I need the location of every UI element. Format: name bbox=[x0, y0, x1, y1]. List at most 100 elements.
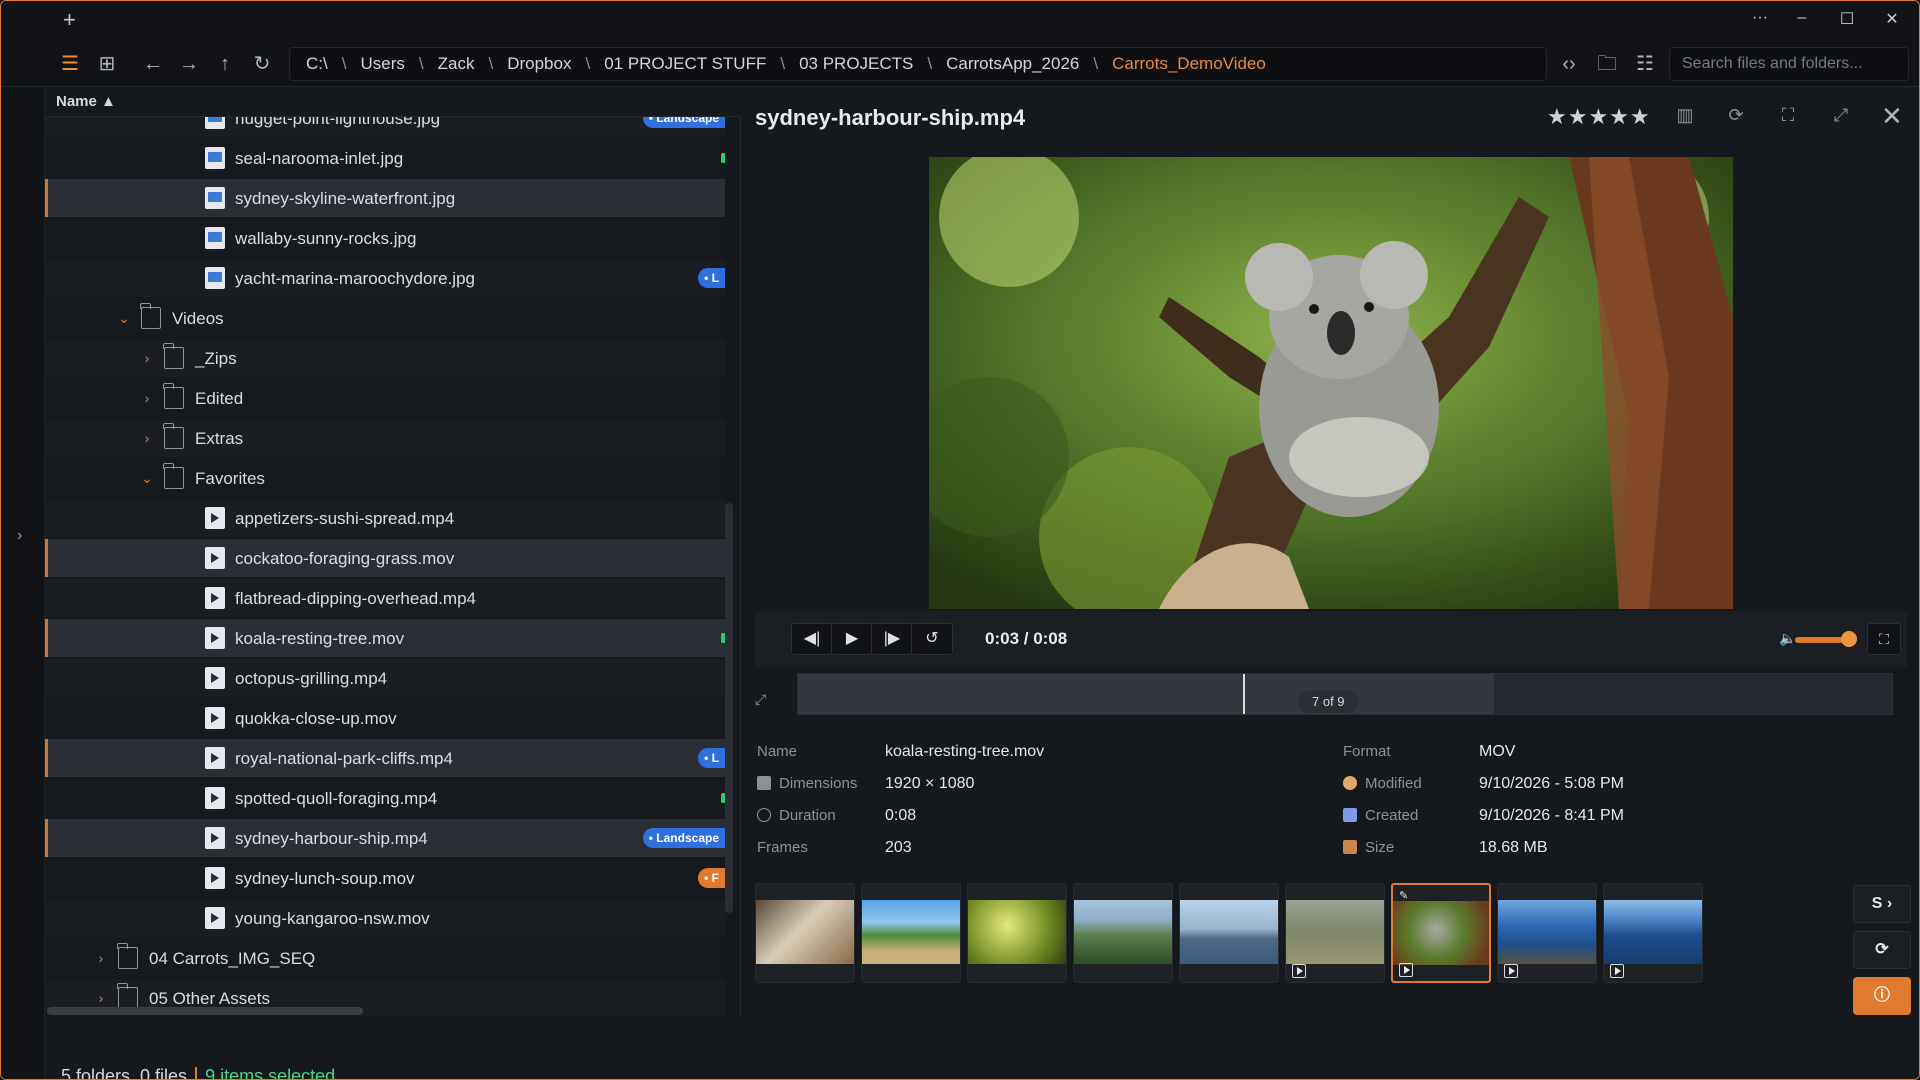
folder-row[interactable]: ⌄ Favorites bbox=[45, 459, 725, 497]
previous-frame-button[interactable]: ◀| bbox=[791, 623, 833, 655]
thumbnail-harbour-ship[interactable] bbox=[1603, 883, 1703, 983]
file-row[interactable]: quokka-close-up.mov bbox=[45, 699, 725, 737]
thumbnail-food[interactable] bbox=[755, 883, 855, 983]
file-row[interactable]: royal-national-park-cliffs.mp4 • L bbox=[45, 739, 725, 777]
sync-icon[interactable]: ⟳ bbox=[1853, 931, 1911, 969]
volume-icon[interactable]: 🔈 bbox=[1779, 630, 1796, 647]
chevron-down-icon[interactable]: ⌄ bbox=[117, 311, 131, 325]
breadcrumb-item[interactable]: Dropbox bbox=[505, 54, 573, 74]
file-row[interactable]: nugget-point-lighthouse.jpg • Landscape bbox=[45, 117, 725, 137]
timeline-scrubber[interactable]: 7 of 9 bbox=[797, 673, 1893, 715]
image-file-icon bbox=[205, 187, 225, 209]
maximize-button[interactable]: ☐ bbox=[1832, 9, 1862, 29]
chevron-right-icon[interactable]: › bbox=[94, 951, 108, 965]
folder-row[interactable]: › Edited bbox=[45, 379, 725, 417]
thumbnail-coast[interactable] bbox=[861, 883, 961, 983]
status-dot bbox=[721, 153, 725, 163]
tag-badge[interactable]: • Landscape bbox=[642, 828, 725, 848]
breadcrumb-item[interactable]: CarrotsApp_2026 bbox=[944, 54, 1081, 74]
file-row[interactable]: wallaby-sunny-rocks.jpg bbox=[45, 219, 725, 257]
close-window-button[interactable]: ✕ bbox=[1877, 9, 1907, 29]
sidebar-toggle-button[interactable]: S › bbox=[1853, 885, 1911, 923]
file-row[interactable]: octopus-grilling.mp4 bbox=[45, 659, 725, 697]
thumbnail-forest[interactable] bbox=[1073, 883, 1173, 983]
file-row[interactable]: koala-resting-tree.mov bbox=[45, 619, 725, 657]
tag-badge[interactable]: • Landscape bbox=[642, 117, 725, 128]
file-row[interactable]: cockatoo-foraging-grass.mov bbox=[45, 539, 725, 577]
breadcrumb-item[interactable]: 03 PROJECTS bbox=[797, 54, 915, 74]
folder-row[interactable]: › 04 Carrots_IMG_SEQ bbox=[45, 939, 725, 977]
expand-timeline-icon[interactable]: ⤢ bbox=[755, 691, 773, 709]
tag-badge[interactable]: • F bbox=[698, 868, 725, 888]
breadcrumb-item[interactable]: Zack bbox=[436, 54, 477, 74]
refresh-icon[interactable]: ↻ bbox=[249, 52, 275, 76]
ruler-icon bbox=[757, 776, 771, 790]
rating-stars[interactable]: ★★★★★ bbox=[1547, 104, 1651, 130]
file-row[interactable]: spotted-quoll-foraging.mp4 bbox=[45, 779, 725, 817]
chevron-down-icon[interactable]: ⌄ bbox=[140, 471, 154, 485]
close-preview-icon[interactable]: ✕ bbox=[1881, 101, 1903, 132]
row-label: young-kangaroo-nsw.mov bbox=[235, 909, 430, 928]
minimize-button[interactable]: – bbox=[1787, 9, 1817, 27]
name-column-header[interactable]: Name ▲ bbox=[45, 87, 741, 117]
thumbnail-cockatoo[interactable] bbox=[1285, 883, 1385, 983]
filter-settings-icon[interactable]: ☷ bbox=[1632, 52, 1658, 76]
file-row[interactable]: sydney-skyline-waterfront.jpg bbox=[45, 179, 725, 217]
file-row[interactable]: sydney-lunch-soup.mov • F bbox=[45, 859, 725, 897]
thumbnail-cliffs[interactable] bbox=[1497, 883, 1597, 983]
folder-row[interactable]: ⌄ Videos bbox=[45, 299, 725, 337]
fit-screen-icon[interactable]: ⛶ bbox=[1776, 105, 1800, 126]
breadcrumb-current[interactable]: Carrots_DemoVideo bbox=[1110, 54, 1268, 74]
video-play-icon bbox=[1292, 964, 1306, 978]
rotate-icon[interactable]: ⟳ bbox=[1724, 105, 1748, 126]
chevron-right-icon[interactable]: › bbox=[140, 351, 154, 365]
file-row[interactable]: yacht-marina-maroochydore.jpg • L bbox=[45, 259, 725, 297]
next-frame-button[interactable]: |▶ bbox=[871, 623, 913, 655]
tag-badge[interactable]: • L bbox=[698, 748, 725, 768]
video-file-icon bbox=[205, 587, 225, 609]
file-row[interactable]: seal-narooma-inlet.jpg bbox=[45, 139, 725, 177]
tag-badge[interactable]: • L bbox=[698, 268, 725, 288]
volume-knob[interactable] bbox=[1841, 631, 1857, 647]
breadcrumb-item[interactable]: Users bbox=[358, 54, 406, 74]
thumbnail-koala-active[interactable]: ✎ bbox=[1391, 883, 1491, 983]
grid-view-icon[interactable]: ⊞ bbox=[94, 52, 120, 76]
search-input[interactable] bbox=[1669, 47, 1909, 81]
fullscreen-button[interactable]: ⛶ bbox=[1867, 623, 1901, 655]
breadcrumb-item[interactable]: C:\ bbox=[304, 54, 330, 74]
thumbnail-skyline[interactable] bbox=[1179, 883, 1279, 983]
new-tab-button[interactable]: + bbox=[63, 7, 76, 33]
folder-icon[interactable]: 🗀 bbox=[1594, 52, 1620, 76]
loop-button[interactable]: ↺ bbox=[911, 623, 953, 655]
open-external-icon[interactable]: ⤢ bbox=[1829, 105, 1853, 126]
vertical-scrollbar[interactable] bbox=[725, 503, 733, 913]
edit-icon[interactable]: ✎ bbox=[1399, 889, 1408, 902]
volume-slider[interactable] bbox=[1795, 637, 1843, 643]
hamburger-menu-icon[interactable]: ☰ bbox=[57, 52, 83, 76]
folder-row[interactable]: › Extras bbox=[45, 419, 725, 457]
thumbnail-wallaby[interactable] bbox=[967, 883, 1067, 983]
play-button[interactable]: ▶ bbox=[831, 623, 873, 655]
folder-row[interactable]: › _Zips bbox=[45, 339, 725, 377]
video-frame-koala[interactable] bbox=[929, 157, 1733, 609]
horizontal-scrollbar[interactable] bbox=[47, 1007, 363, 1015]
file-row[interactable]: flatbread-dipping-overhead.mp4 bbox=[45, 579, 725, 617]
chevron-right-icon[interactable]: › bbox=[140, 391, 154, 405]
back-arrow-icon[interactable]: ← bbox=[140, 52, 166, 76]
file-row[interactable]: appetizers-sushi-spread.mp4 bbox=[45, 499, 725, 537]
info-icon[interactable]: ⓘ bbox=[1853, 977, 1911, 1015]
chevron-right-icon[interactable]: › bbox=[94, 991, 108, 1005]
forward-arrow-icon[interactable]: → bbox=[176, 52, 202, 76]
up-arrow-icon[interactable]: ↑ bbox=[212, 52, 238, 76]
file-row[interactable]: young-kangaroo-nsw.mov bbox=[45, 899, 725, 937]
more-icon[interactable]: ··· bbox=[1745, 9, 1775, 27]
expand-sidebar-icon[interactable]: › bbox=[17, 527, 22, 545]
timeline-playhead[interactable] bbox=[1243, 674, 1245, 714]
breadcrumb-item[interactable]: 01 PROJECT STUFF bbox=[602, 54, 768, 74]
split-view-icon[interactable]: ▥ bbox=[1673, 105, 1697, 126]
format-value: MOV bbox=[1479, 743, 1516, 760]
thumbnail-strip: ✎ bbox=[755, 883, 1755, 983]
chevron-right-icon[interactable]: › bbox=[140, 431, 154, 445]
file-row[interactable]: sydney-harbour-ship.mp4 • Landscape bbox=[45, 819, 725, 857]
code-view-icon[interactable]: ‹› bbox=[1556, 52, 1582, 76]
